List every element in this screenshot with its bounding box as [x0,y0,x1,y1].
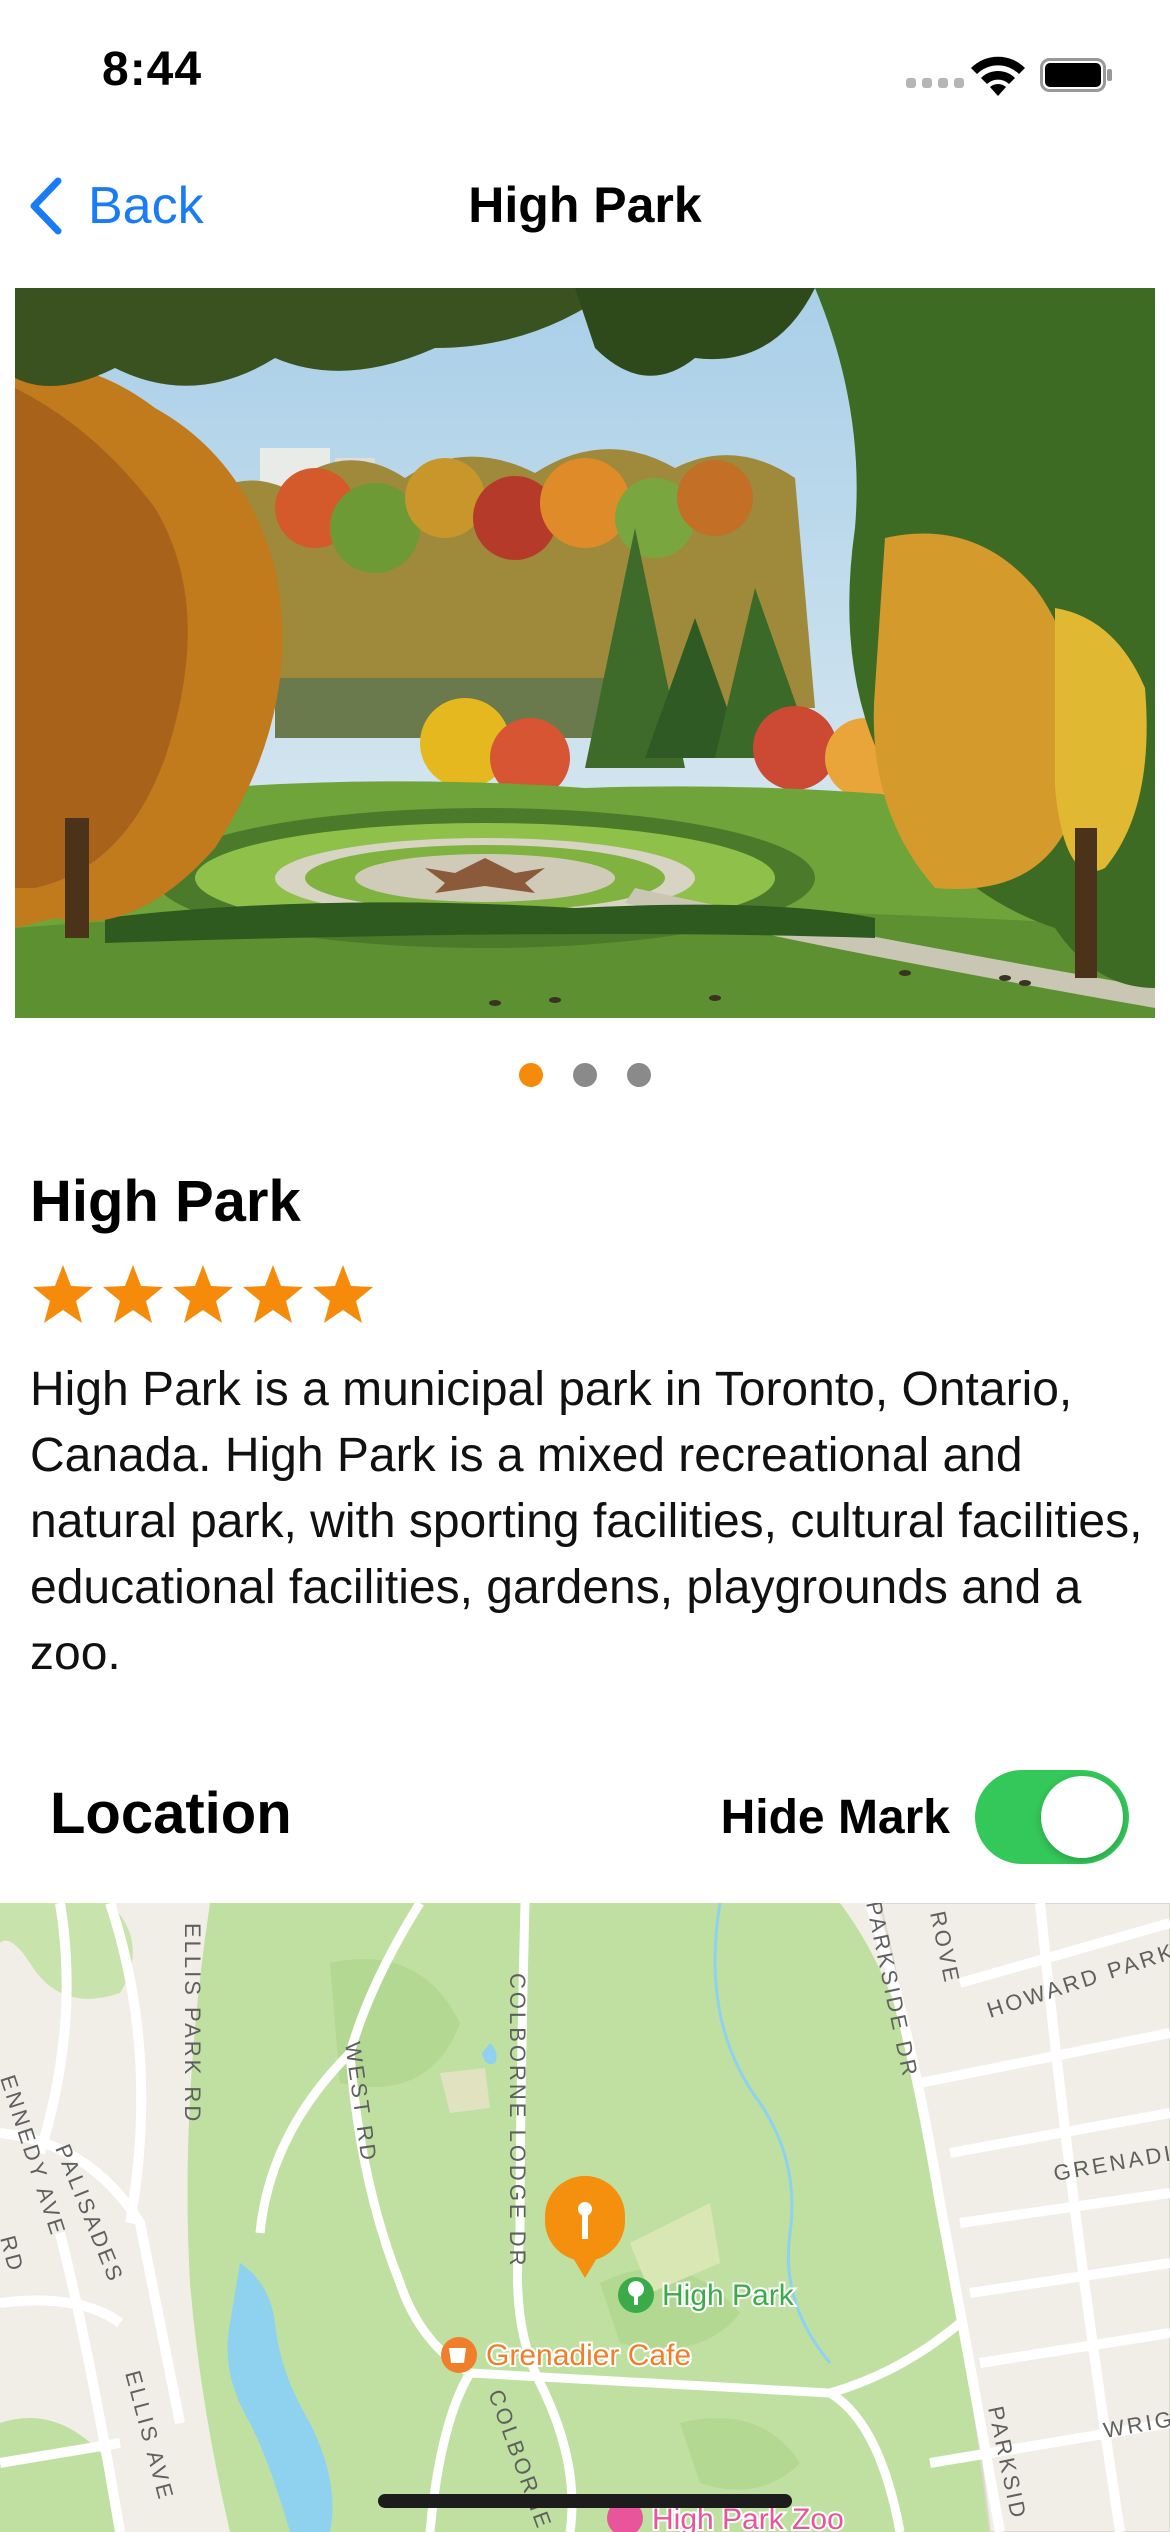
park-description: High Park is a municipal park in Toronto… [30,1363,1143,1680]
poi-label: High Park [662,2279,795,2312]
navigation-bar: Back High Park [0,150,1170,262]
star-icon [33,1265,93,1323]
cellular-signal-icon [906,78,964,88]
location-map[interactable]: ELLIS PARK RD COLBORNE LODGE DR PARKSIDE… [0,1903,1170,2532]
hide-mark-label: Hide Mark [720,1791,950,1844]
park-photo[interactable] [15,288,1155,1018]
page-indicator[interactable] [0,1063,1170,1087]
status-time: 8:44 [102,43,203,96]
poi-label: Grenadier Cafe [486,2339,691,2372]
star-icon [243,1265,303,1323]
street-label: RD [0,2233,29,2276]
page-dot-2[interactable] [573,1063,597,1087]
page-title: High Park [468,177,702,233]
home-indicator[interactable] [378,2494,792,2508]
star-icon [173,1265,233,1323]
page-dot-1[interactable] [519,1063,543,1087]
battery-icon [1040,58,1112,92]
location-header: Location Hide Mark [0,1760,1170,1870]
star-icon [103,1265,163,1323]
status-bar: 8:44 [0,0,1170,140]
wifi-icon [971,56,1025,96]
street-label: ELLIS PARK RD [180,1923,205,2124]
location-heading: Location [50,1781,292,1846]
hide-mark-toggle[interactable] [975,1770,1129,1864]
rating-stars [30,1262,376,1326]
park-name: High Park [30,1169,301,1234]
street-label: COLBORNE LODGE DR [505,1973,530,2269]
toggle-knob [1041,1776,1123,1858]
poi-high-park[interactable]: High Park [618,2277,797,2314]
star-icon [313,1265,373,1323]
page-dot-3[interactable] [627,1063,651,1087]
